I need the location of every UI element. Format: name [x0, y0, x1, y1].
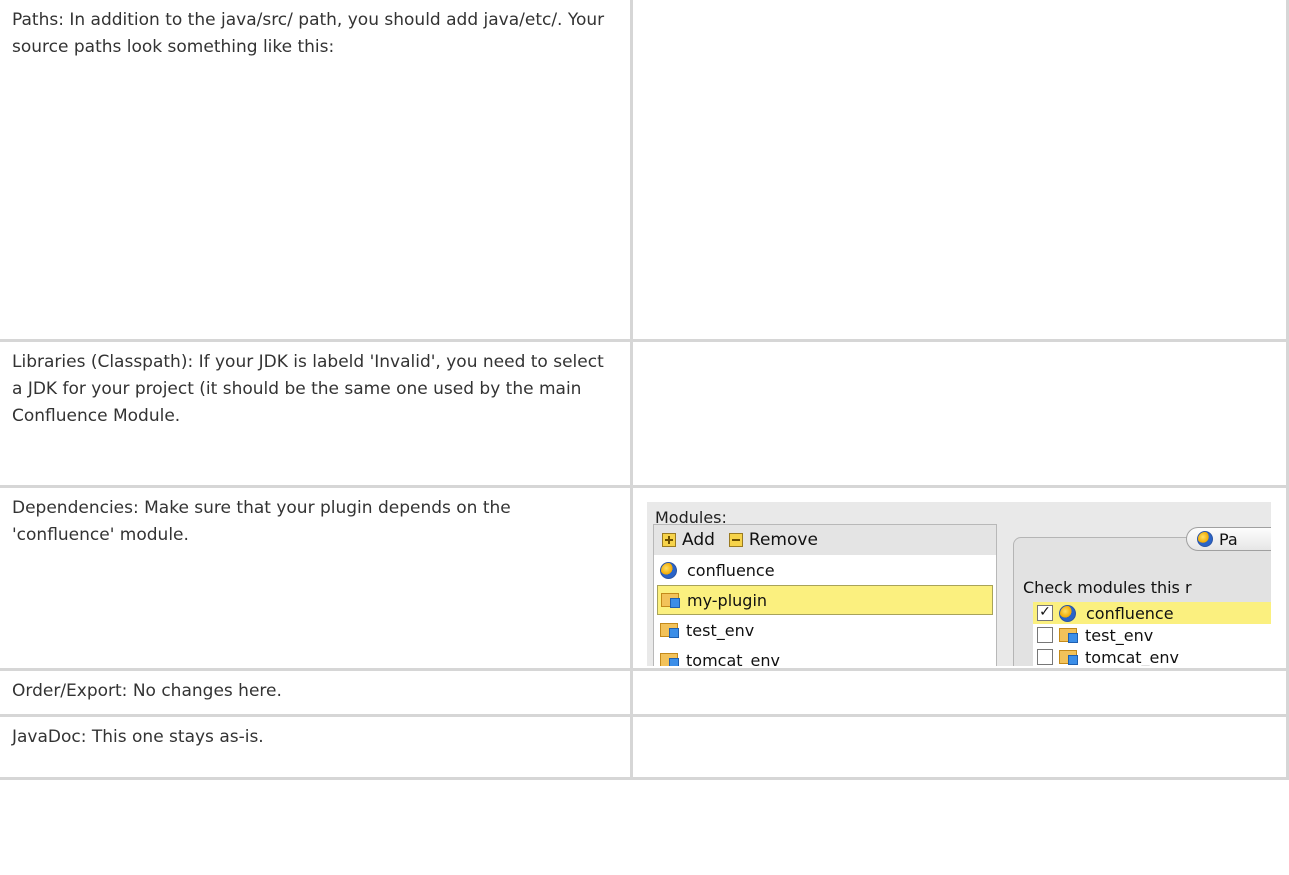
table-cell: Dependencies: Make sure that your plugin… [0, 485, 633, 671]
globe-icon [1059, 604, 1076, 622]
image-cell [630, 668, 1289, 717]
list-item[interactable]: my-plugin [657, 585, 993, 615]
modules-list: Add Remove confluence my-plugin test_env… [653, 524, 997, 666]
paths-text: Paths: In addition to the java/src/ path… [12, 10, 605, 57]
folder-icon [1059, 650, 1078, 665]
modules-screenshot: Modules: Add Remove confluence my-plugin… [647, 502, 1271, 666]
dependency-name: tomcat_env [1085, 647, 1179, 667]
module-name: test_env [686, 620, 755, 640]
instructions-table: Paths: In addition to the java/src/ path… [0, 0, 1289, 780]
table-row: Dependencies: Make sure that your plugin… [0, 485, 1289, 671]
globe-icon [660, 561, 677, 579]
compass-icon [1197, 531, 1213, 547]
tab-label: Pa [1219, 529, 1238, 549]
dependency-checkbox[interactable] [1037, 627, 1053, 643]
table-row: Paths: In addition to the java/src/ path… [0, 0, 1289, 342]
plus-icon [662, 533, 676, 547]
table-row: JavaDoc: This one stays as-is. [0, 714, 1289, 780]
minus-icon [728, 533, 743, 547]
list-item[interactable]: tomcat_env [654, 645, 996, 666]
dependency-checkbox[interactable] [1037, 605, 1053, 621]
image-cell [630, 0, 1289, 342]
remove-module-button[interactable]: Remove [728, 527, 818, 554]
javadoc-text: JavaDoc: This one stays as-is. [12, 727, 264, 747]
add-module-button[interactable]: Add [662, 527, 715, 554]
image-cell [630, 714, 1289, 780]
table-cell: Paths: In addition to the java/src/ path… [0, 0, 633, 342]
list-item[interactable]: tomcat_env [1033, 646, 1271, 666]
list-item[interactable]: test_env [654, 615, 996, 645]
image-cell: Modules: Add Remove confluence my-plugin… [630, 485, 1289, 671]
add-label: Add [682, 529, 715, 550]
remove-label: Remove [748, 529, 818, 550]
folder-icon [1059, 628, 1078, 643]
module-name: tomcat_env [686, 650, 780, 667]
tab-paths[interactable]: Pa [1186, 527, 1271, 551]
check-modules-label: Check modules this r [1023, 578, 1192, 597]
libraries-text: Libraries (Classpath): If your JDK is la… [12, 352, 604, 426]
module-name: my-plugin [687, 590, 768, 610]
dependency-list: confluence test_env tomcat_env [1033, 602, 1271, 666]
dependency-checkbox[interactable] [1037, 649, 1053, 665]
list-item[interactable]: confluence [654, 555, 996, 585]
table-cell: JavaDoc: This one stays as-is. [0, 714, 633, 780]
folder-icon [660, 653, 679, 666]
folder-icon [660, 623, 679, 638]
table-row: Libraries (Classpath): If your JDK is la… [0, 339, 1289, 488]
table-cell: Order/Export: No changes here. [0, 668, 633, 717]
table-cell: Libraries (Classpath): If your JDK is la… [0, 339, 633, 488]
module-name: confluence [687, 560, 775, 580]
modules-toolbar: Add Remove [654, 525, 996, 555]
dependencies-text: Dependencies: Make sure that your plugin… [12, 498, 511, 545]
folder-icon [661, 593, 680, 608]
order-export-text: Order/Export: No changes here. [12, 681, 282, 701]
table-row: Order/Export: No changes here. [0, 668, 1289, 717]
image-cell [630, 339, 1289, 488]
